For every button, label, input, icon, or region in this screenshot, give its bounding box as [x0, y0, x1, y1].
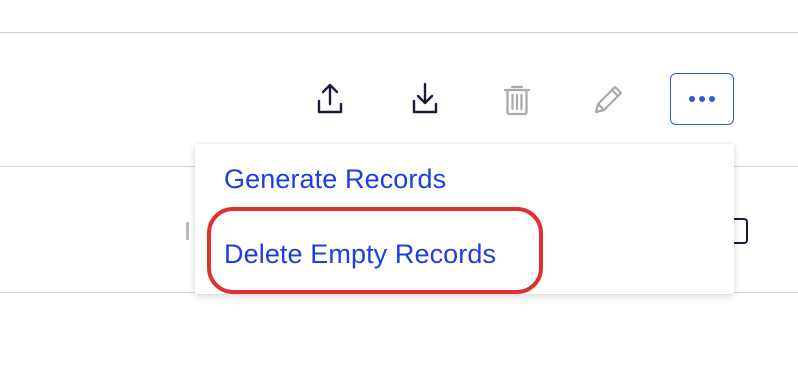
- more-dot: [699, 96, 705, 102]
- row-control-fragment: [186, 222, 189, 240]
- download-tray-icon: [412, 82, 438, 114]
- row-action-fragment: [734, 218, 748, 244]
- upload-tray-icon: [317, 83, 343, 114]
- page: Generate Records Delete Empty Records: [0, 0, 798, 386]
- more-options-menu: Generate Records Delete Empty Records: [195, 144, 734, 294]
- divider-top: [0, 32, 798, 33]
- import-button[interactable]: [404, 78, 446, 120]
- more-horizontal-icon: [689, 96, 695, 102]
- more-options-button[interactable]: [670, 73, 734, 125]
- delete-button[interactable]: [496, 78, 538, 120]
- menu-item-generate-records[interactable]: Generate Records: [224, 164, 446, 195]
- trash-icon: [503, 85, 531, 116]
- more-dot: [709, 96, 715, 102]
- menu-item-delete-empty-records[interactable]: Delete Empty Records: [224, 239, 496, 270]
- export-button[interactable]: [309, 78, 351, 120]
- edit-button[interactable]: [587, 78, 629, 120]
- pencil-icon: [594, 85, 623, 114]
